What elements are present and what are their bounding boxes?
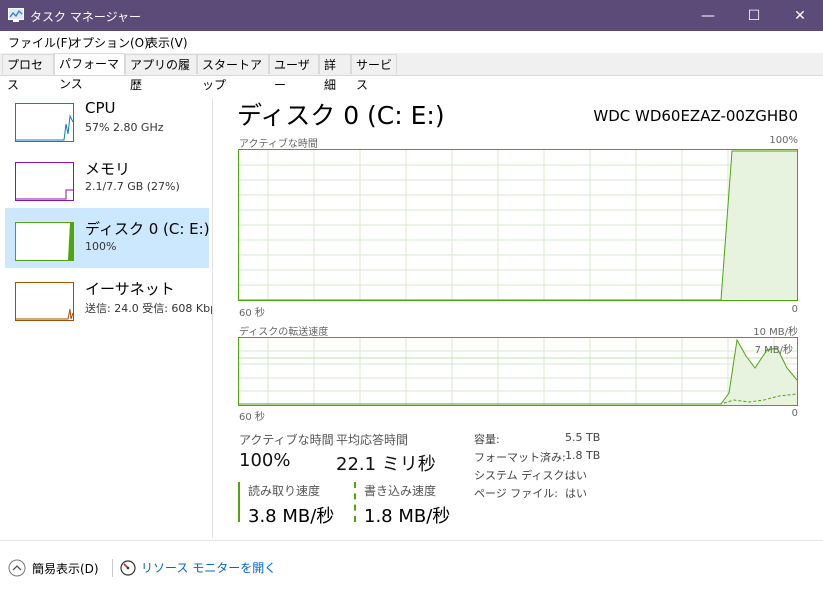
write-speed-box: 書き込み速度 1.8 MB/秒 xyxy=(354,482,450,527)
sidebar-item-cpu-sub: 57% 2.80 GHz xyxy=(85,121,164,134)
read-speed-value: 3.8 MB/秒 xyxy=(248,506,335,527)
ethernet-thumbnail-graph xyxy=(15,282,74,321)
active-time-graph-left: 60 秒 xyxy=(239,308,265,319)
disk-model: WDC WD60EZAZ-00ZGHB0 xyxy=(593,107,798,125)
capacity-value: 5.5 TB xyxy=(565,431,601,444)
transfer-rate-graph-left: 60 秒 xyxy=(239,412,265,423)
performance-sidebar: CPU 57% 2.80 GHz メモリ 2.1/7.7 GB (27%) ディ… xyxy=(0,76,213,536)
active-time-graph-max: 100% xyxy=(769,135,798,146)
window-title: タスク マネージャー xyxy=(30,10,141,24)
avg-response-value: 22.1 ミリ秒 xyxy=(336,454,436,475)
system-disk-label: システム ディスク: xyxy=(474,469,569,482)
maximize-button[interactable]: ☐ xyxy=(731,0,777,31)
sidebar-item-ethernet-sub: 送信: 24.0 受信: 608 Kbps xyxy=(85,302,213,315)
transfer-rate-graph-max: 10 MB/秒 xyxy=(753,327,798,338)
sidebar-item-disk-sub: 100% xyxy=(85,240,117,253)
sidebar-item-memory-label: メモリ xyxy=(85,160,131,178)
close-button[interactable]: ✕ xyxy=(777,0,823,31)
read-speed-box: 読み取り速度 3.8 MB/秒 xyxy=(238,482,334,527)
write-speed-label: 書き込み速度 xyxy=(364,484,437,498)
sidebar-item-cpu-label: CPU xyxy=(85,99,116,117)
transfer-rate-graph-label: ディスクの転送速度 xyxy=(239,327,329,338)
menu-view[interactable]: 表示(V) xyxy=(146,34,188,51)
transfer-rate-graph: 7 MB/秒 xyxy=(238,337,798,406)
active-time-value: 100% xyxy=(239,450,291,471)
tab-performance[interactable]: パフォーマンス xyxy=(54,53,125,91)
formatted-value: 1.8 TB xyxy=(565,449,601,462)
tab-processes[interactable]: プロセス xyxy=(2,54,54,92)
sidebar-item-ethernet-label: イーサネット xyxy=(85,280,175,298)
sidebar-item-disk[interactable]: ディスク 0 (C: E:) 100% xyxy=(5,208,210,268)
read-speed-label: 読み取り速度 xyxy=(248,484,321,498)
active-time-label: アクティブな時間 xyxy=(239,433,334,447)
capacity-label: 容量: xyxy=(474,433,500,446)
footer-divider xyxy=(112,559,113,577)
fewer-details-label: 簡易表示(D) xyxy=(32,561,99,576)
minimize-button[interactable]: — xyxy=(685,0,731,31)
sidebar-item-disk-label: ディスク 0 (C: E:) xyxy=(85,220,210,238)
menu-file[interactable]: ファイル(F) xyxy=(8,34,72,51)
resource-monitor-icon xyxy=(120,559,136,576)
active-time-graph-label: アクティブな時間 xyxy=(239,139,318,150)
sidebar-item-memory[interactable]: メモリ 2.1/7.7 GB (27%) xyxy=(5,148,209,208)
write-speed-value: 1.8 MB/秒 xyxy=(364,506,451,527)
menu-options[interactable]: オプション(O) xyxy=(70,34,149,51)
task-manager-icon xyxy=(8,8,24,22)
tab-bar: プロセス パフォーマンス アプリの履歴 スタートアップ ユーザー 詳細 サービス xyxy=(0,53,823,92)
disk-thumbnail-graph xyxy=(15,222,74,261)
tab-app-history[interactable]: アプリの履歴 xyxy=(125,54,197,92)
disk-title: ディスク 0 (C: E:) xyxy=(237,101,445,130)
open-resource-monitor-label: リソース モニターを開く xyxy=(141,561,277,575)
avg-response-label: 平均応答時間 xyxy=(336,433,409,447)
tab-startup[interactable]: スタートアップ xyxy=(197,54,269,92)
system-disk-value: はい xyxy=(565,469,587,482)
transfer-rate-graph-right: 0 xyxy=(791,408,798,419)
tab-users[interactable]: ユーザー xyxy=(269,54,319,92)
chevron-up-circle-icon xyxy=(8,559,26,577)
cpu-thumbnail-graph xyxy=(15,103,74,142)
transfer-rate-graph-svg xyxy=(239,338,798,405)
formatted-label: フォーマット済み: xyxy=(474,451,566,464)
sidebar-item-cpu[interactable]: CPU 57% 2.80 GHz xyxy=(5,89,209,149)
fewer-details-button[interactable]: 簡易表示(D) xyxy=(8,559,99,577)
transfer-rate-graph-marker: 7 MB/秒 xyxy=(754,345,793,356)
sidebar-item-memory-sub: 2.1/7.7 GB (27%) xyxy=(85,180,180,193)
page-file-value: はい xyxy=(565,487,587,500)
tab-services[interactable]: サービス xyxy=(351,54,397,92)
page-file-label: ページ ファイル: xyxy=(474,487,558,500)
memory-thumbnail-graph xyxy=(15,162,74,201)
title-bar: タスク マネージャー — ☐ ✕ xyxy=(0,0,823,31)
sidebar-item-ethernet[interactable]: イーサネット 送信: 24.0 受信: 608 Kbps xyxy=(5,268,213,328)
open-resource-monitor-link[interactable]: リソース モニターを開く xyxy=(120,559,276,576)
sidebar-divider xyxy=(212,98,213,538)
active-time-graph xyxy=(238,149,798,301)
active-time-graph-svg xyxy=(239,150,797,301)
tab-details[interactable]: 詳細 xyxy=(319,54,351,92)
footer-bar: 簡易表示(D) リソース モニターを開く xyxy=(0,540,823,594)
active-time-graph-right: 0 xyxy=(791,304,798,315)
menu-bar: ファイル(F) オプション(O) 表示(V) xyxy=(0,31,823,51)
